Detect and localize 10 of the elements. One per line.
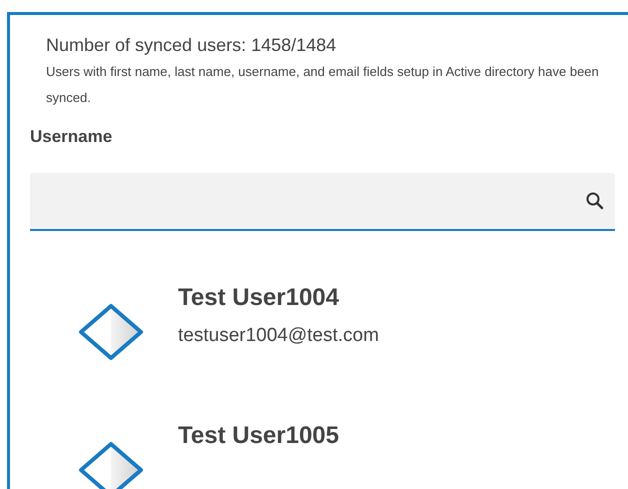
sync-description: Users with first name, last name, username, and email fields setup in Active directory have been synced. bbox=[46, 63, 600, 107]
search-field[interactable] bbox=[30, 173, 615, 231]
user-name: Test User1005 bbox=[178, 421, 339, 451]
user-name: Test User1004 bbox=[178, 283, 340, 313]
diamond-icon bbox=[78, 303, 144, 361]
synced-count-heading: Number of synced users: 1458/1484 bbox=[46, 34, 338, 57]
diamond-icon bbox=[78, 441, 144, 489]
search-icon[interactable] bbox=[585, 191, 605, 211]
field-label: Username bbox=[30, 127, 114, 147]
user-email: testuser1004@test.com bbox=[178, 325, 379, 347]
